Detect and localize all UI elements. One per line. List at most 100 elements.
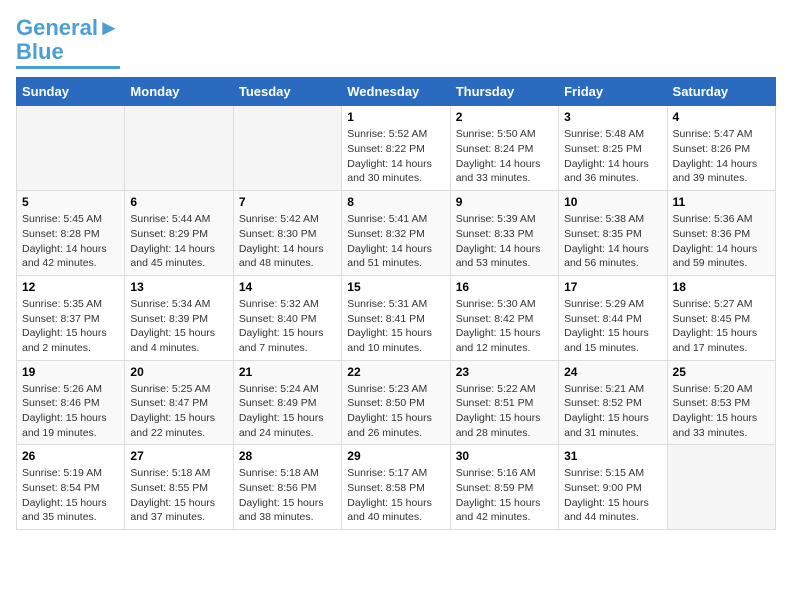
calendar-cell: 2 Sunrise: 5:50 AMSunset: 8:24 PMDayligh…	[450, 106, 558, 191]
cell-info: Sunrise: 5:15 AMSunset: 9:00 PMDaylight:…	[564, 467, 649, 523]
cell-info: Sunrise: 5:30 AMSunset: 8:42 PMDaylight:…	[456, 298, 541, 354]
cell-info: Sunrise: 5:20 AMSunset: 8:53 PMDaylight:…	[673, 383, 758, 439]
calendar-cell: 30 Sunrise: 5:16 AMSunset: 8:59 PMDaylig…	[450, 445, 558, 530]
calendar-cell: 9 Sunrise: 5:39 AMSunset: 8:33 PMDayligh…	[450, 191, 558, 276]
calendar-cell: 6 Sunrise: 5:44 AMSunset: 8:29 PMDayligh…	[125, 191, 233, 276]
calendar-cell: 25 Sunrise: 5:20 AMSunset: 8:53 PMDaylig…	[667, 360, 775, 445]
calendar-table: SundayMondayTuesdayWednesdayThursdayFrid…	[16, 77, 776, 530]
header-day: Sunday	[17, 78, 125, 106]
cell-info: Sunrise: 5:45 AMSunset: 8:28 PMDaylight:…	[22, 213, 107, 269]
day-number: 11	[673, 195, 770, 209]
logo-triangle: ►	[98, 15, 120, 40]
header-day: Friday	[559, 78, 667, 106]
day-number: 8	[347, 195, 444, 209]
cell-info: Sunrise: 5:35 AMSunset: 8:37 PMDaylight:…	[22, 298, 107, 354]
day-number: 13	[130, 280, 227, 294]
cell-info: Sunrise: 5:32 AMSunset: 8:40 PMDaylight:…	[239, 298, 324, 354]
calendar-week-row: 26 Sunrise: 5:19 AMSunset: 8:54 PMDaylig…	[17, 445, 776, 530]
cell-info: Sunrise: 5:38 AMSunset: 8:35 PMDaylight:…	[564, 213, 649, 269]
day-number: 26	[22, 449, 119, 463]
cell-info: Sunrise: 5:29 AMSunset: 8:44 PMDaylight:…	[564, 298, 649, 354]
day-number: 9	[456, 195, 553, 209]
calendar-cell: 7 Sunrise: 5:42 AMSunset: 8:30 PMDayligh…	[233, 191, 341, 276]
day-number: 2	[456, 110, 553, 124]
calendar-cell: 8 Sunrise: 5:41 AMSunset: 8:32 PMDayligh…	[342, 191, 450, 276]
calendar-cell: 16 Sunrise: 5:30 AMSunset: 8:42 PMDaylig…	[450, 275, 558, 360]
day-number: 4	[673, 110, 770, 124]
cell-info: Sunrise: 5:48 AMSunset: 8:25 PMDaylight:…	[564, 128, 649, 184]
day-number: 19	[22, 365, 119, 379]
calendar-cell: 18 Sunrise: 5:27 AMSunset: 8:45 PMDaylig…	[667, 275, 775, 360]
day-number: 1	[347, 110, 444, 124]
calendar-cell: 14 Sunrise: 5:32 AMSunset: 8:40 PMDaylig…	[233, 275, 341, 360]
cell-info: Sunrise: 5:24 AMSunset: 8:49 PMDaylight:…	[239, 383, 324, 439]
calendar-cell: 22 Sunrise: 5:23 AMSunset: 8:50 PMDaylig…	[342, 360, 450, 445]
cell-info: Sunrise: 5:31 AMSunset: 8:41 PMDaylight:…	[347, 298, 432, 354]
calendar-cell: 24 Sunrise: 5:21 AMSunset: 8:52 PMDaylig…	[559, 360, 667, 445]
day-number: 22	[347, 365, 444, 379]
day-number: 15	[347, 280, 444, 294]
day-number: 18	[673, 280, 770, 294]
day-number: 23	[456, 365, 553, 379]
day-number: 25	[673, 365, 770, 379]
cell-info: Sunrise: 5:50 AMSunset: 8:24 PMDaylight:…	[456, 128, 541, 184]
cell-info: Sunrise: 5:42 AMSunset: 8:30 PMDaylight:…	[239, 213, 324, 269]
cell-info: Sunrise: 5:52 AMSunset: 8:22 PMDaylight:…	[347, 128, 432, 184]
cell-info: Sunrise: 5:18 AMSunset: 8:56 PMDaylight:…	[239, 467, 324, 523]
calendar-cell: 5 Sunrise: 5:45 AMSunset: 8:28 PMDayligh…	[17, 191, 125, 276]
day-number: 31	[564, 449, 661, 463]
day-number: 3	[564, 110, 661, 124]
cell-info: Sunrise: 5:44 AMSunset: 8:29 PMDaylight:…	[130, 213, 215, 269]
calendar-cell: 11 Sunrise: 5:36 AMSunset: 8:36 PMDaylig…	[667, 191, 775, 276]
cell-info: Sunrise: 5:18 AMSunset: 8:55 PMDaylight:…	[130, 467, 215, 523]
calendar-cell: 19 Sunrise: 5:26 AMSunset: 8:46 PMDaylig…	[17, 360, 125, 445]
day-number: 27	[130, 449, 227, 463]
day-number: 7	[239, 195, 336, 209]
calendar-cell: 28 Sunrise: 5:18 AMSunset: 8:56 PMDaylig…	[233, 445, 341, 530]
calendar-week-row: 12 Sunrise: 5:35 AMSunset: 8:37 PMDaylig…	[17, 275, 776, 360]
calendar-cell: 15 Sunrise: 5:31 AMSunset: 8:41 PMDaylig…	[342, 275, 450, 360]
day-number: 30	[456, 449, 553, 463]
header-day: Thursday	[450, 78, 558, 106]
calendar-cell: 17 Sunrise: 5:29 AMSunset: 8:44 PMDaylig…	[559, 275, 667, 360]
cell-info: Sunrise: 5:41 AMSunset: 8:32 PMDaylight:…	[347, 213, 432, 269]
calendar-week-row: 1 Sunrise: 5:52 AMSunset: 8:22 PMDayligh…	[17, 106, 776, 191]
header-day: Saturday	[667, 78, 775, 106]
calendar-cell: 1 Sunrise: 5:52 AMSunset: 8:22 PMDayligh…	[342, 106, 450, 191]
calendar-cell: 10 Sunrise: 5:38 AMSunset: 8:35 PMDaylig…	[559, 191, 667, 276]
calendar-cell	[17, 106, 125, 191]
header-row: SundayMondayTuesdayWednesdayThursdayFrid…	[17, 78, 776, 106]
day-number: 14	[239, 280, 336, 294]
header-day: Tuesday	[233, 78, 341, 106]
calendar-cell: 13 Sunrise: 5:34 AMSunset: 8:39 PMDaylig…	[125, 275, 233, 360]
day-number: 5	[22, 195, 119, 209]
calendar-cell: 21 Sunrise: 5:24 AMSunset: 8:49 PMDaylig…	[233, 360, 341, 445]
calendar-cell: 12 Sunrise: 5:35 AMSunset: 8:37 PMDaylig…	[17, 275, 125, 360]
calendar-cell: 29 Sunrise: 5:17 AMSunset: 8:58 PMDaylig…	[342, 445, 450, 530]
logo-blue: Blue	[16, 39, 64, 64]
cell-info: Sunrise: 5:47 AMSunset: 8:26 PMDaylight:…	[673, 128, 758, 184]
page-header: General► Blue	[16, 16, 776, 69]
cell-info: Sunrise: 5:21 AMSunset: 8:52 PMDaylight:…	[564, 383, 649, 439]
cell-info: Sunrise: 5:36 AMSunset: 8:36 PMDaylight:…	[673, 213, 758, 269]
cell-info: Sunrise: 5:23 AMSunset: 8:50 PMDaylight:…	[347, 383, 432, 439]
logo-underline	[16, 66, 120, 69]
calendar-week-row: 19 Sunrise: 5:26 AMSunset: 8:46 PMDaylig…	[17, 360, 776, 445]
calendar-cell	[125, 106, 233, 191]
calendar-cell: 27 Sunrise: 5:18 AMSunset: 8:55 PMDaylig…	[125, 445, 233, 530]
calendar-cell: 4 Sunrise: 5:47 AMSunset: 8:26 PMDayligh…	[667, 106, 775, 191]
day-number: 21	[239, 365, 336, 379]
calendar-cell	[233, 106, 341, 191]
calendar-cell: 23 Sunrise: 5:22 AMSunset: 8:51 PMDaylig…	[450, 360, 558, 445]
cell-info: Sunrise: 5:26 AMSunset: 8:46 PMDaylight:…	[22, 383, 107, 439]
day-number: 17	[564, 280, 661, 294]
day-number: 29	[347, 449, 444, 463]
cell-info: Sunrise: 5:39 AMSunset: 8:33 PMDaylight:…	[456, 213, 541, 269]
cell-info: Sunrise: 5:27 AMSunset: 8:45 PMDaylight:…	[673, 298, 758, 354]
calendar-cell	[667, 445, 775, 530]
calendar-week-row: 5 Sunrise: 5:45 AMSunset: 8:28 PMDayligh…	[17, 191, 776, 276]
cell-info: Sunrise: 5:19 AMSunset: 8:54 PMDaylight:…	[22, 467, 107, 523]
calendar-cell: 31 Sunrise: 5:15 AMSunset: 9:00 PMDaylig…	[559, 445, 667, 530]
day-number: 20	[130, 365, 227, 379]
header-day: Monday	[125, 78, 233, 106]
